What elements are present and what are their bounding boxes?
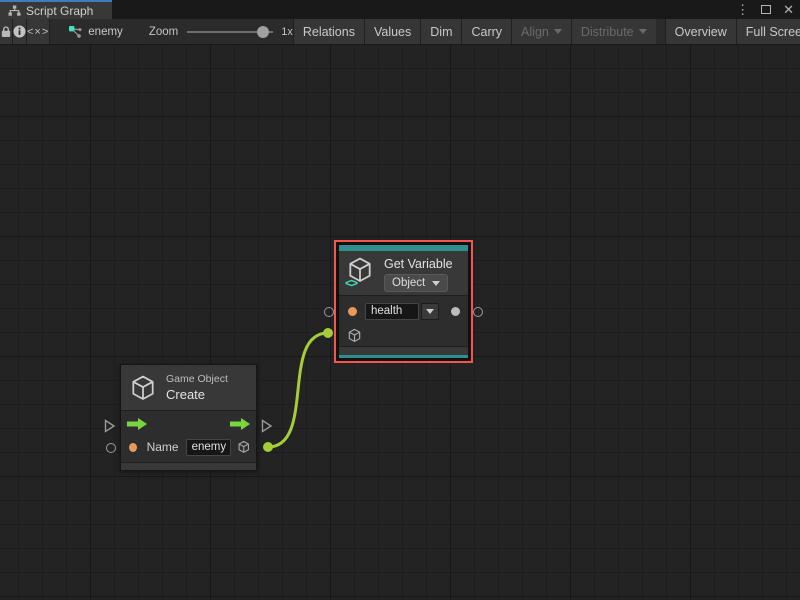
value-output-port[interactable]: [473, 307, 483, 317]
wire-endpoint-input[interactable]: [323, 328, 333, 338]
chevron-down-icon: [639, 29, 647, 34]
name-input[interactable]: enemy: [186, 439, 231, 456]
chevron-down-icon: [554, 29, 562, 34]
variable-name-input[interactable]: health: [365, 303, 419, 320]
node-title: Create: [166, 387, 228, 402]
gameobject-input-cube-icon[interactable]: [347, 328, 362, 343]
relations-button[interactable]: Relations: [293, 19, 364, 44]
cube-icon: [129, 374, 157, 402]
toolbar: <×> enemy Zoom 1x Relations Values Dim C…: [0, 19, 800, 45]
align-button[interactable]: Align: [511, 19, 571, 44]
control-in-arrow-icon[interactable]: [127, 418, 147, 430]
gameobject-output-cube-icon[interactable]: [237, 439, 251, 455]
node-footer: [121, 462, 256, 470]
zoom-control: Zoom 1x: [149, 19, 293, 44]
node-color-bar-bottom: [339, 355, 468, 358]
info-button[interactable]: [13, 19, 27, 44]
node-header[interactable]: Game Object Create: [121, 365, 256, 410]
values-button[interactable]: Values: [364, 19, 420, 44]
tab-label: Script Graph: [26, 4, 93, 18]
zoom-label: Zoom: [149, 26, 178, 38]
wire-endpoint-output[interactable]: [263, 442, 273, 452]
variable-name-dropdown[interactable]: [421, 303, 439, 320]
fullscreen-button[interactable]: Full Screen: [736, 19, 800, 44]
control-output-port[interactable]: [261, 419, 273, 433]
overview-button[interactable]: Overview: [665, 19, 736, 44]
name-port-label: Name: [147, 440, 179, 454]
value-input-port[interactable]: [324, 307, 334, 317]
variable-scope-dropdown[interactable]: Object: [384, 274, 448, 292]
control-input-port[interactable]: [104, 419, 116, 433]
chevron-down-icon: [426, 309, 434, 314]
node-get-variable[interactable]: <> Get Variable Object health: [338, 244, 469, 359]
edit-graph-button[interactable]: <×>: [27, 19, 50, 44]
value-output-dot[interactable]: [451, 307, 460, 316]
chevron-down-icon: [432, 281, 440, 286]
breadcrumb[interactable]: enemy: [68, 19, 123, 44]
lock-icon: [0, 25, 12, 38]
variable-name-port-dot[interactable]: [348, 307, 357, 316]
node-create-gameobject[interactable]: Game Object Create Name enemy: [120, 364, 257, 471]
code-angle-brackets-icon: <>: [345, 276, 357, 290]
zoom-slider-handle[interactable]: [257, 26, 269, 38]
graph-canvas[interactable]: Game Object Create Name enemy: [0, 45, 800, 600]
carry-button[interactable]: Carry: [461, 19, 511, 44]
code-brackets-icon: <×>: [27, 26, 49, 38]
tab-script-graph[interactable]: Script Graph: [0, 0, 112, 19]
control-out-arrow-icon[interactable]: [230, 418, 250, 430]
dim-button[interactable]: Dim: [420, 19, 461, 44]
info-icon: [13, 25, 26, 38]
lock-button[interactable]: [0, 19, 13, 44]
zoom-slider[interactable]: [187, 31, 273, 33]
selection-outline: <> Get Variable Object health: [334, 240, 473, 363]
zoom-value: 1x: [281, 26, 293, 38]
script-graph-window: Script Graph ⋮ ✕ <×>: [0, 0, 800, 600]
connection-wire[interactable]: [268, 333, 328, 447]
tab-bar: Script Graph ⋮ ✕: [0, 0, 800, 19]
value-input-port[interactable]: [106, 443, 116, 453]
node-footer: [339, 346, 468, 355]
graph-hierarchy-icon: [8, 5, 21, 17]
graph-name-label: enemy: [88, 26, 123, 38]
close-icon[interactable]: ✕: [783, 3, 794, 16]
distribute-button[interactable]: Distribute: [571, 19, 656, 44]
graph-node-icon: [68, 25, 82, 39]
node-header[interactable]: <> Get Variable Object: [339, 251, 468, 295]
kebab-menu-icon[interactable]: ⋮: [736, 3, 749, 16]
node-category: Game Object: [166, 373, 228, 385]
toolbar-buttons: Relations Values Dim Carry Align Distrib…: [293, 19, 800, 44]
maximize-icon[interactable]: [761, 5, 771, 14]
node-title: Get Variable: [384, 257, 453, 271]
window-controls: ⋮ ✕: [736, 0, 794, 19]
name-port-dot[interactable]: [129, 443, 137, 452]
